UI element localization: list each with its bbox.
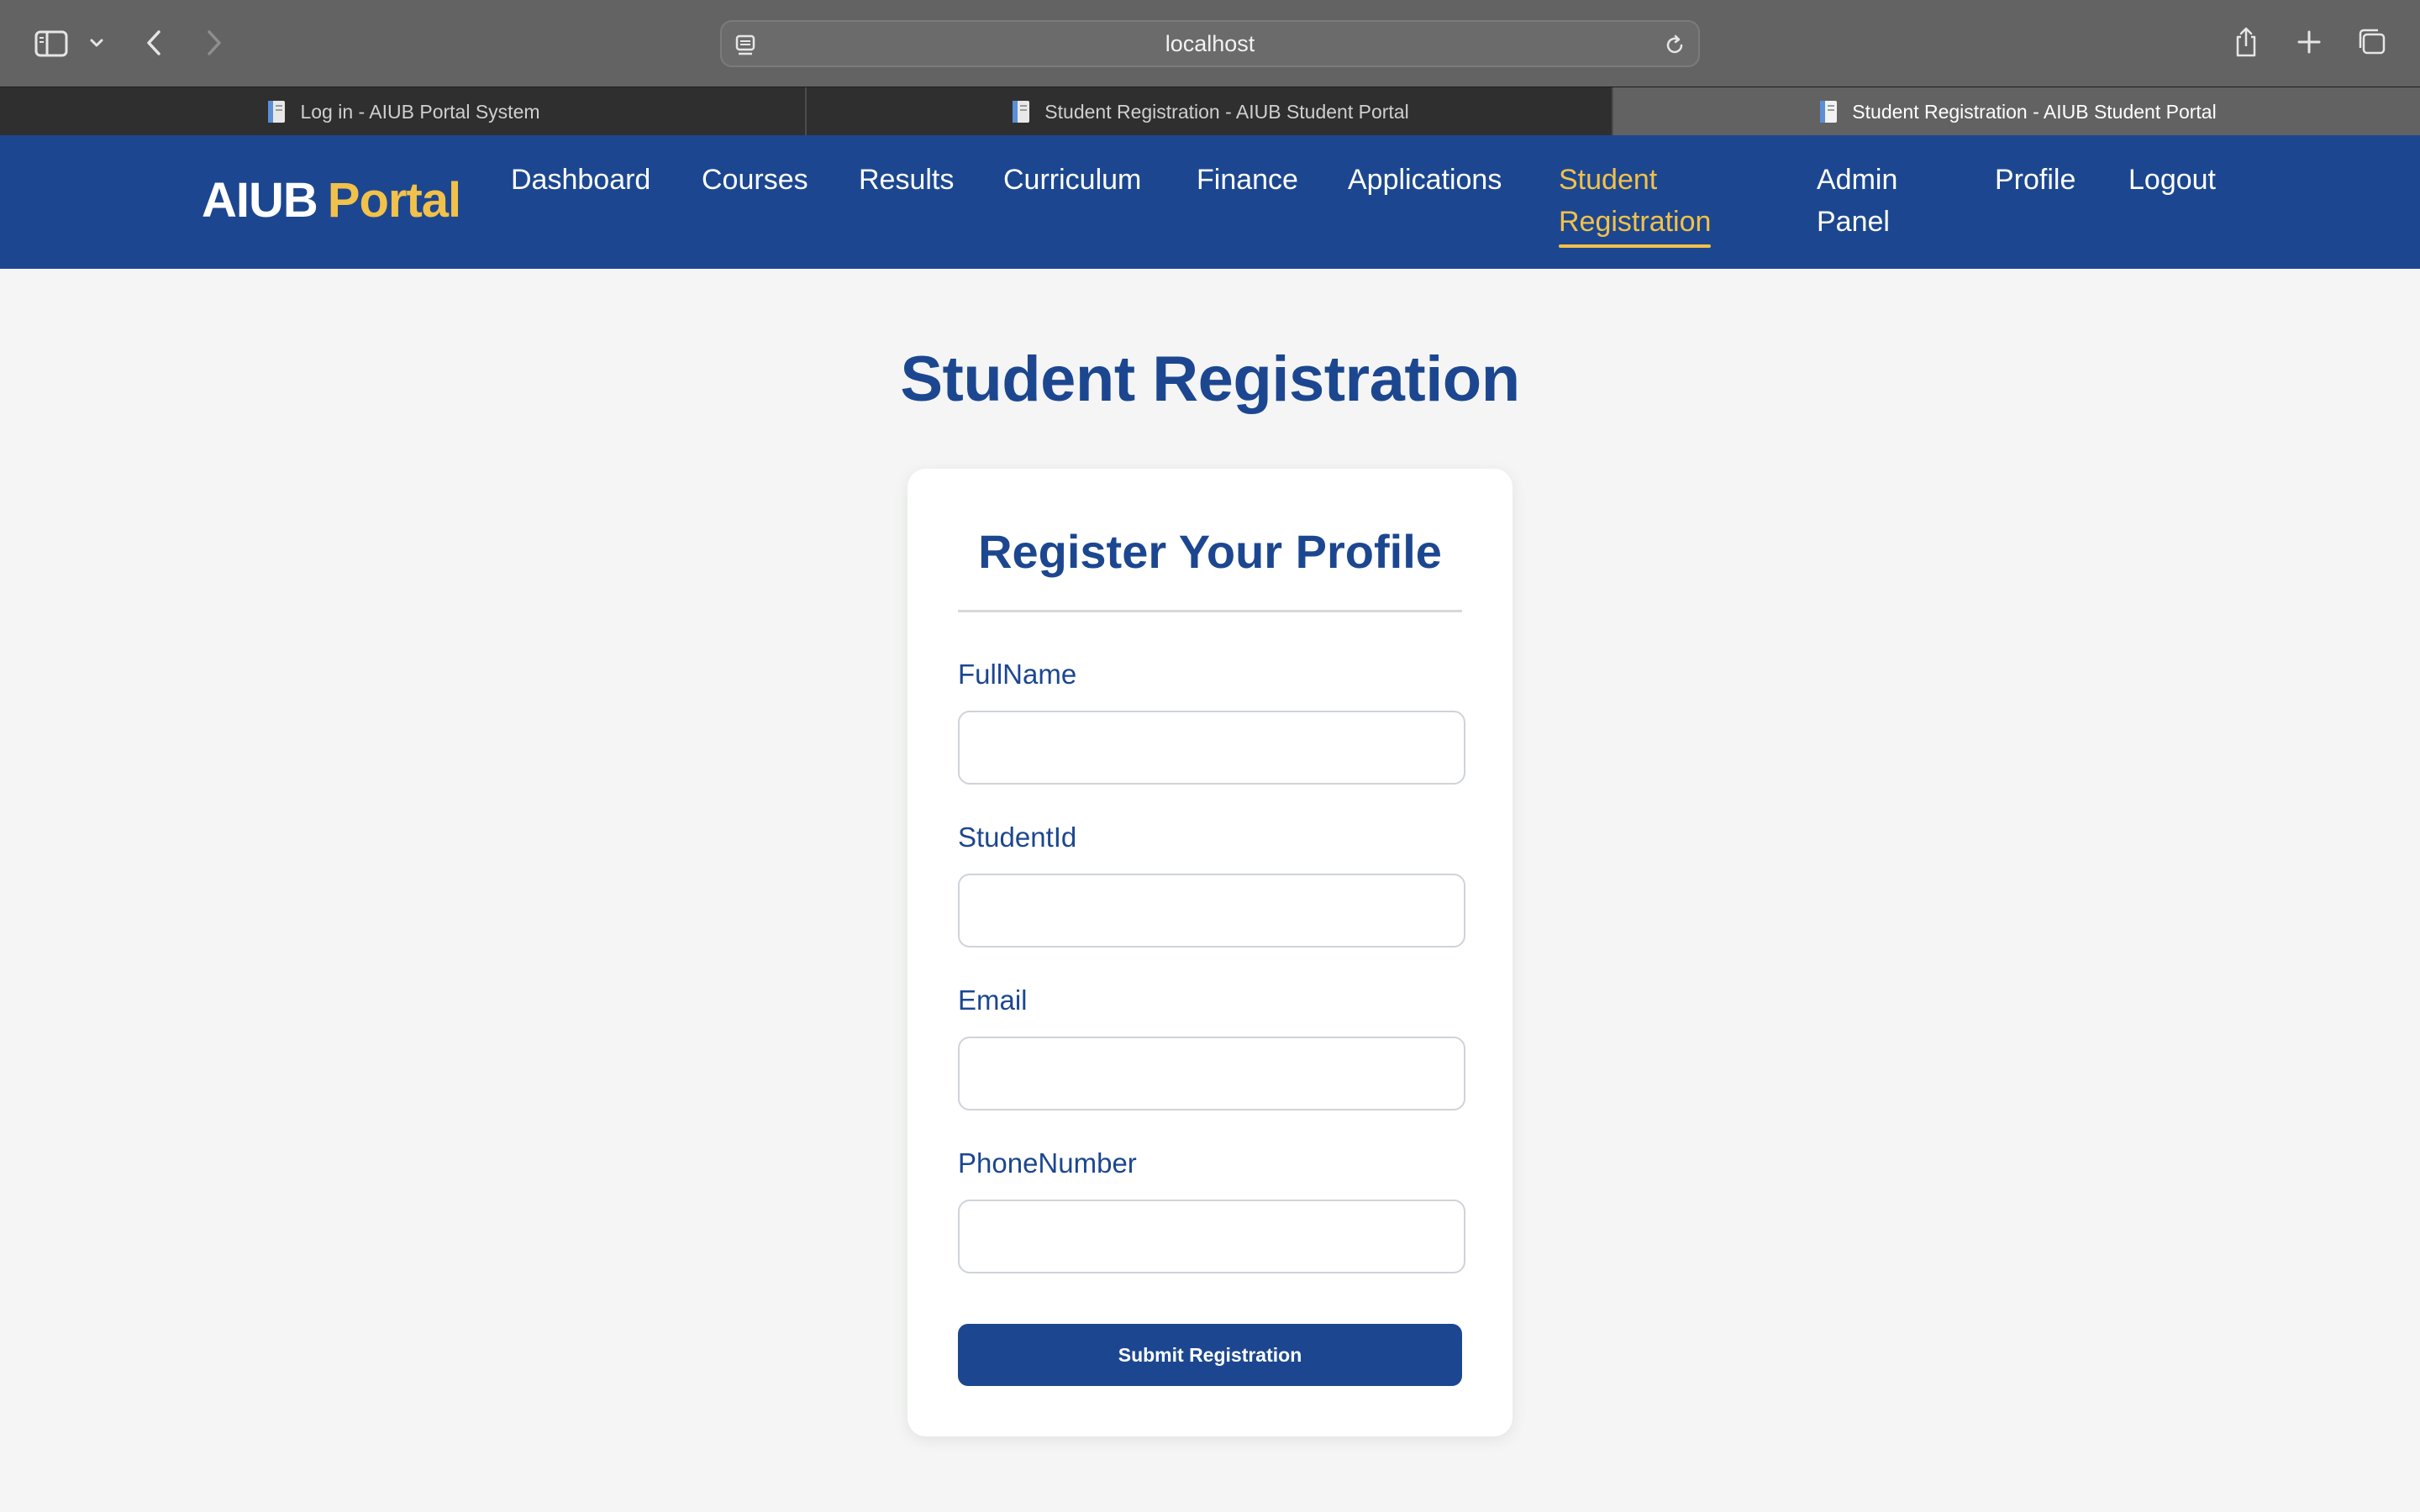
submit-registration-button[interactable]: Submit Registration <box>958 1324 1462 1386</box>
studentid-label: StudentId <box>958 822 1077 853</box>
tab-overview-icon[interactable] <box>2354 25 2388 59</box>
tab-title: Student Registration - AIUB Student Port… <box>1044 100 1409 123</box>
nav-label: Results <box>859 164 955 196</box>
nav-label: Dashboard <box>511 164 651 196</box>
document-icon <box>1817 99 1842 124</box>
form-title: Register Your Profile <box>978 525 1442 578</box>
browser-tab-active[interactable]: Student Registration - AIUB Student Port… <box>1613 87 2420 136</box>
title-divider <box>958 610 1462 612</box>
registration-card: Register Your Profile FullName StudentId… <box>908 469 1512 1436</box>
nav-applications[interactable]: Applications <box>1348 159 1502 201</box>
logo-text-primary: AIUB <box>202 173 318 228</box>
nav-label-line2: Registration <box>1559 206 1712 238</box>
fullname-input[interactable] <box>958 711 1465 785</box>
tab-bar: Log in - AIUB Portal System Student Regi… <box>0 87 2420 136</box>
sidebar-icon[interactable] <box>32 27 71 60</box>
chevron-down-icon[interactable] <box>86 32 108 54</box>
browser-tab[interactable]: Log in - AIUB Portal System <box>0 87 807 136</box>
new-tab-icon[interactable] <box>2294 27 2324 57</box>
tab-title: Log in - AIUB Portal System <box>300 100 540 123</box>
reload-icon[interactable] <box>1663 34 1686 61</box>
browser-toolbar: localhost <box>0 0 2420 87</box>
site-logo[interactable]: AIUB Portal <box>202 172 461 228</box>
page-title: Student Registration <box>900 344 1520 415</box>
forward-icon[interactable] <box>202 25 227 60</box>
nav-label: Curriculum <box>1003 164 1142 196</box>
active-nav-underline <box>1559 244 1712 248</box>
document-icon <box>1009 99 1034 124</box>
logo-text-accent: Portal <box>327 173 461 228</box>
nav-profile[interactable]: Profile <box>1995 159 2075 201</box>
nav-label: Finance <box>1197 164 1298 196</box>
nav-admin-panel[interactable]: Admin Panel <box>1817 159 1897 243</box>
nav-label: Applications <box>1348 164 1502 196</box>
browser-tab[interactable]: Student Registration - AIUB Student Port… <box>807 87 1613 136</box>
nav-label: Profile <box>1995 164 2076 196</box>
email-input[interactable] <box>958 1037 1465 1110</box>
nav-label-line1: Admin <box>1817 164 1898 196</box>
studentid-input[interactable] <box>958 874 1465 948</box>
fullname-label: FullName <box>958 659 1077 690</box>
nav-logout[interactable]: Logout <box>2128 159 2216 201</box>
phonenumber-input[interactable] <box>958 1200 1465 1273</box>
nav-courses[interactable]: Courses <box>702 159 808 201</box>
nav-student-registration[interactable]: Student Registration <box>1559 159 1712 248</box>
back-icon[interactable] <box>141 25 166 60</box>
email-label: Email <box>958 984 1028 1016</box>
nav-finance[interactable]: Finance <box>1197 159 1298 201</box>
nav-label-line2: Panel <box>1817 206 1890 238</box>
site-header: AIUB Portal Dashboard Courses Results Cur… <box>0 135 2420 269</box>
document-icon <box>265 99 290 124</box>
tab-title: Student Registration - AIUB Student Port… <box>1852 100 2217 123</box>
nav-label-line1: Student <box>1559 164 1658 196</box>
nav-results[interactable]: Results <box>859 159 954 201</box>
nav-dashboard[interactable]: Dashboard <box>511 159 650 201</box>
nav-label: Courses <box>702 164 808 196</box>
address-bar[interactable]: localhost <box>720 20 1700 67</box>
url-text: localhost <box>1165 30 1255 56</box>
phonenumber-label: PhoneNumber <box>958 1147 1137 1179</box>
share-icon[interactable] <box>2232 24 2260 60</box>
nav-label: Logout <box>2128 164 2216 196</box>
nav-curriculum[interactable]: Curriculum <box>1003 159 1141 201</box>
